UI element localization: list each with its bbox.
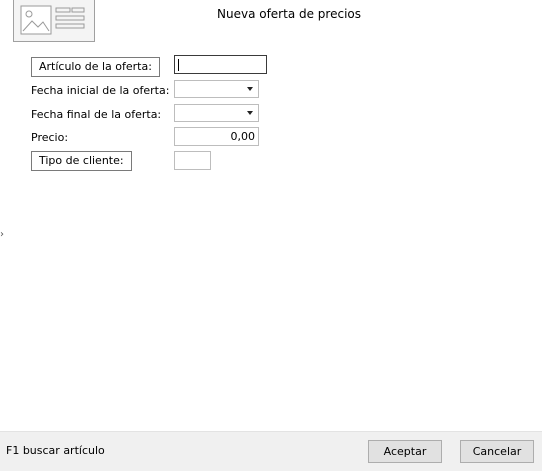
fecha-inicial-label: Fecha inicial de la oferta:	[31, 84, 170, 97]
footer-hint: F1 buscar artículo	[6, 444, 105, 457]
chevron-down-icon[interactable]	[242, 105, 258, 121]
precio-input[interactable]: 0,00	[174, 127, 259, 146]
fecha-inicial-dropdown[interactable]	[174, 80, 259, 98]
footer-bar: F1 buscar artículo Aceptar Cancelar	[0, 431, 542, 471]
articulo-input[interactable]	[174, 55, 267, 74]
tipo-cliente-input[interactable]	[174, 151, 211, 170]
dialog-title: Nueva oferta de precios	[217, 7, 361, 21]
fecha-final-dropdown[interactable]	[174, 104, 259, 122]
fecha-final-label: Fecha final de la oferta:	[31, 108, 162, 121]
image-placeholder[interactable]	[13, 0, 95, 42]
tipo-cliente-label-button[interactable]: Tipo de cliente:	[31, 151, 132, 171]
articulo-label-button[interactable]: Artículo de la oferta:	[31, 57, 160, 77]
accept-button[interactable]: Aceptar	[368, 440, 442, 463]
text-caret	[178, 59, 179, 71]
side-expand-marker: ›	[0, 229, 4, 240]
precio-label: Precio:	[31, 131, 69, 144]
cancel-button[interactable]: Cancelar	[460, 440, 534, 463]
chevron-down-icon[interactable]	[242, 81, 258, 97]
image-placeholder-icon	[20, 5, 85, 35]
